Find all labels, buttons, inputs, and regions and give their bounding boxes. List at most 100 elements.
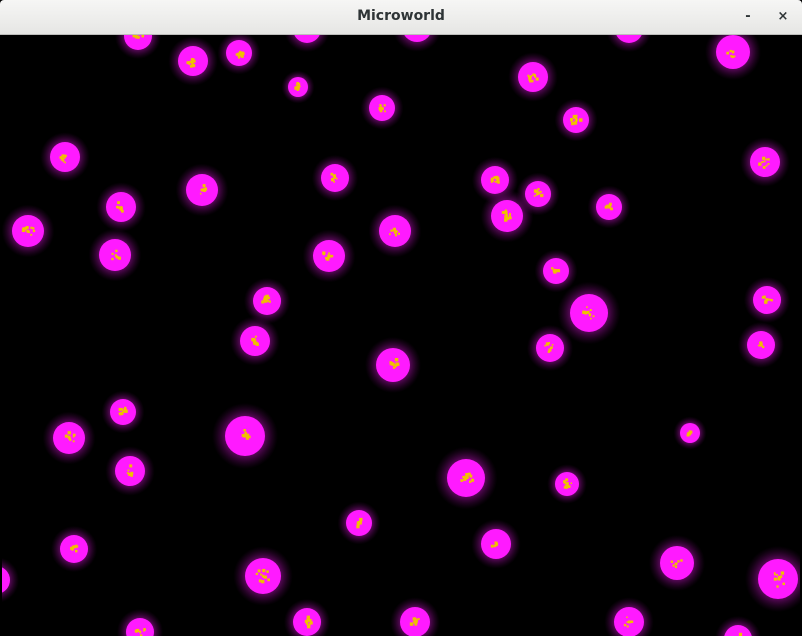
cell-nucleus: [534, 75, 537, 78]
cell-nucleus: [202, 184, 206, 188]
cell-nucleus: [322, 251, 326, 255]
cell-nucleus: [295, 83, 298, 86]
organism-cell: [337, 501, 381, 545]
cell-nucleus: [757, 344, 760, 347]
title-bar[interactable]: Microworld - ×: [0, 0, 802, 35]
cell-nucleus: [241, 52, 244, 55]
cell-nucleus: [188, 63, 191, 65]
cell-nucleus: [606, 204, 610, 208]
cell-nucleus: [471, 478, 475, 482]
cell-nucleus: [764, 299, 768, 303]
cell-nucleus: [730, 55, 733, 58]
cell-nucleus: [767, 158, 770, 161]
cell-body: [536, 334, 564, 362]
cell-nucleus: [545, 342, 550, 346]
cell-nucleus: [306, 615, 310, 619]
cell-nucleus: [118, 407, 122, 412]
organism-cell: [434, 446, 498, 510]
cell-nucleus: [394, 358, 399, 362]
cell-nucleus: [129, 464, 133, 468]
organism-cell: [2, 204, 55, 258]
cell-nucleus: [540, 193, 544, 198]
organism-cell: [50, 525, 98, 573]
cell-nucleus: [537, 188, 540, 191]
cell-nucleus: [418, 618, 420, 620]
cell-nucleus: [60, 157, 65, 161]
cell-nucleus: [508, 214, 511, 217]
cell-nucleus: [763, 160, 766, 163]
cell-nucleus: [141, 35, 145, 38]
organism-cell: [105, 446, 155, 496]
cell-nucleus: [726, 51, 729, 55]
window-title: Microworld: [357, 8, 445, 24]
cell-nucleus: [762, 295, 766, 299]
cell-nucleus: [762, 156, 766, 160]
organism-cell: [233, 546, 293, 606]
cell-nucleus: [199, 192, 202, 195]
cell-nucleus: [139, 631, 142, 633]
cell-nucleus: [201, 189, 204, 192]
cell-nucleus: [117, 201, 120, 205]
cell-nucleus: [356, 525, 360, 529]
cell-nucleus: [776, 585, 779, 588]
cell-body: [60, 535, 88, 563]
cell-nucleus: [762, 166, 766, 169]
cell-nucleus: [733, 55, 736, 58]
cell-nucleus: [111, 252, 114, 255]
cell-nucleus: [535, 189, 538, 192]
cell-nucleus: [122, 410, 125, 413]
cell-nucleus: [327, 254, 331, 258]
cell-nucleus: [255, 572, 258, 575]
cell-nucleus: [67, 431, 71, 435]
cell-nucleus: [409, 622, 414, 626]
cell-nucleus: [127, 469, 130, 472]
cell-nucleus: [265, 294, 269, 299]
cell-nucleus: [330, 254, 334, 258]
cell-nucleus: [62, 160, 65, 163]
organism-cell: [88, 228, 142, 282]
cell-nucleus: [263, 575, 267, 579]
organism-cell: [745, 546, 800, 612]
cell-nucleus: [32, 229, 36, 233]
cell-nucleus: [243, 435, 245, 438]
organism-cell: [534, 249, 578, 293]
cells-layer: [2, 35, 800, 636]
cell-nucleus: [537, 192, 540, 194]
cell-nucleus: [306, 622, 309, 626]
cell-nucleus: [325, 257, 328, 260]
close-button[interactable]: ×: [773, 7, 793, 27]
cell-nucleus: [134, 35, 138, 39]
cell-nucleus: [533, 195, 536, 197]
cell-nucleus: [623, 623, 627, 627]
cell-nucleus: [552, 268, 556, 273]
cell-nucleus: [773, 577, 777, 581]
organism-cell: [715, 615, 761, 636]
organism-cell: [42, 411, 96, 465]
cell-nucleus: [260, 573, 263, 576]
cell-nucleus: [296, 87, 300, 91]
organism-cell: [526, 324, 574, 372]
cell-nucleus: [670, 560, 674, 563]
cell-nucleus: [64, 434, 68, 438]
cell-nucleus: [626, 625, 629, 628]
cell-body: [518, 62, 548, 92]
cell-nucleus: [111, 257, 114, 261]
minimize-icon: -: [745, 9, 751, 24]
cell-nucleus: [357, 521, 361, 525]
cell-nucleus: [782, 582, 785, 586]
cell-nucleus: [762, 345, 765, 349]
organism-cell: [281, 70, 315, 104]
organism-cell: [480, 189, 534, 243]
organism-cell: [740, 137, 790, 187]
minimize-button[interactable]: -: [738, 7, 758, 27]
organism-cell: [604, 597, 654, 636]
organism-cell: [311, 154, 359, 202]
cell-nucleus: [686, 433, 690, 437]
organism-cell: [393, 35, 441, 52]
cell-nucleus: [674, 562, 678, 566]
simulation-canvas[interactable]: [2, 35, 800, 636]
cell-nucleus: [258, 579, 262, 583]
cell-nucleus: [674, 565, 678, 569]
organism-cell: [390, 597, 440, 636]
cell-nucleus: [72, 435, 75, 438]
